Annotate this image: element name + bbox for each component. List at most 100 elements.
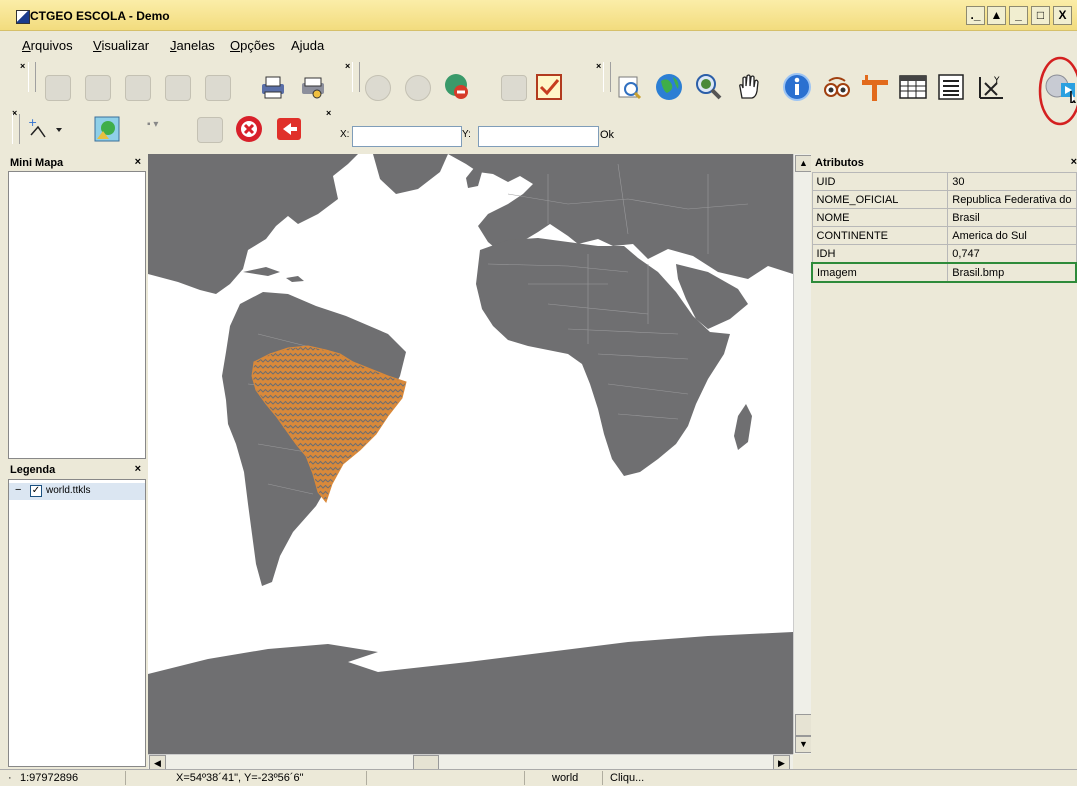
zoom-in-icon[interactable] [692, 70, 726, 104]
svg-text:+: + [28, 116, 37, 129]
status-dot-icon: · [8, 772, 12, 784]
remove-layer-icon[interactable] [440, 70, 474, 104]
antarctica-shape [148, 632, 793, 754]
add-layer-icon[interactable] [360, 70, 394, 104]
print-preview-icon[interactable] [296, 70, 330, 104]
layer-visibility-checkbox[interactable]: ✓ [30, 485, 42, 497]
attribute-row[interactable]: NOME_OFICIAL Republica Federativa do [811, 190, 1077, 209]
close-button[interactable]: X [1053, 6, 1072, 25]
map-canvas[interactable] [148, 154, 793, 754]
draw-line-icon[interactable]: + [22, 112, 68, 146]
caribbean-shape [243, 267, 304, 282]
toolbar-close-icon[interactable]: × [345, 61, 350, 71]
menu-arquivos[interactable]: Arquivos [22, 38, 73, 53]
y-coordinate-input[interactable] [478, 126, 599, 147]
status-layer: world [552, 772, 579, 784]
toolbar-close-icon[interactable]: × [20, 61, 25, 71]
attributes-close-icon[interactable]: × [1071, 156, 1077, 168]
title-bar: CTGEO ESCOLA - Demo ._ ▲ _ □ X [0, 0, 1077, 31]
x-coordinate-input[interactable] [352, 126, 462, 147]
info-icon[interactable] [780, 70, 814, 104]
window-title: CTGEO ESCOLA - Demo [30, 9, 170, 23]
legend-panel: − ✓ world.ttkls [8, 479, 146, 767]
madagascar-shape [734, 404, 752, 450]
cancel-red-icon[interactable] [232, 112, 266, 146]
new-project-icon[interactable] [40, 70, 74, 104]
minimize-small-button[interactable]: ._ [966, 6, 985, 25]
toolbar-close-icon[interactable]: × [326, 108, 331, 118]
measure-icon[interactable] [858, 70, 892, 104]
legend-close-icon[interactable]: × [135, 463, 141, 475]
menu-opcoes[interactable]: Opções [230, 38, 275, 53]
edit-check-icon[interactable] [192, 112, 226, 146]
attribute-table-icon[interactable] [896, 70, 930, 104]
status-separator [602, 771, 603, 785]
toolbar-grip[interactable] [28, 62, 36, 92]
pan-hand-icon[interactable] [732, 70, 766, 104]
toolbar-grip[interactable] [603, 62, 611, 92]
layer-properties-icon[interactable] [400, 70, 434, 104]
attributes-header: Atributos × [811, 155, 1077, 171]
open-project-icon[interactable] [80, 70, 114, 104]
attribute-value: Brasil.bmp [947, 262, 1077, 283]
toolbar-close-icon[interactable]: × [596, 61, 601, 71]
ok-button[interactable]: Ok [600, 129, 614, 141]
menu-bar: Arquivos Visualizar Janelas Opções Ajuda [0, 31, 1077, 55]
legend-title: Legenda [10, 464, 56, 476]
minimize-button[interactable]: _ [1009, 6, 1028, 25]
map-layer-icon[interactable] [90, 112, 124, 146]
zoom-window-icon[interactable] [612, 70, 646, 104]
attributes-title: Atributos [815, 157, 864, 169]
map-vertical-scrollbar[interactable]: ▲ ▼ [793, 154, 812, 754]
scroll-thumb[interactable] [795, 714, 812, 736]
attribute-row[interactable]: IDH 0,747 [811, 244, 1077, 264]
toolbar-grip[interactable] [12, 114, 20, 144]
maximize-button[interactable]: □ [1031, 6, 1050, 25]
status-separator [524, 771, 525, 785]
menu-janelas[interactable]: Janelas [170, 38, 215, 53]
map-horizontal-scrollbar[interactable]: ◀ ▶ [148, 754, 793, 771]
minimap-close-icon[interactable]: × [135, 156, 141, 168]
calendar-icon[interactable] [532, 70, 566, 104]
attribute-key: NOME_OFICIAL [811, 190, 949, 209]
toolbar-main: × × × Y [0, 56, 1077, 126]
binoculars-icon[interactable] [820, 70, 854, 104]
print-icon[interactable] [256, 70, 290, 104]
legend-layer-name: world.ttkls [46, 485, 91, 496]
attribute-key: CONTINENTE [811, 226, 949, 245]
status-coordinates: X=54º38´41", Y=-23º56´6" [176, 772, 304, 784]
coordinates-icon[interactable]: Y [974, 70, 1008, 104]
attribute-row[interactable]: UID 30 [811, 172, 1077, 191]
x-label: X: [340, 129, 350, 140]
legend-expander-icon[interactable]: − [15, 484, 21, 496]
attribute-key: IDH [811, 244, 949, 264]
attribute-key: NOME [811, 208, 949, 227]
scroll-down-icon[interactable]: ▼ [795, 736, 812, 753]
table-icon[interactable] [496, 70, 530, 104]
attributes-table: UID 30 NOME_OFICIAL Republica Federativa d… [811, 172, 1077, 283]
restore-up-button[interactable]: ▲ [987, 6, 1006, 25]
export-icon[interactable] [200, 70, 234, 104]
full-extent-icon[interactable] [652, 70, 686, 104]
scroll-up-icon[interactable]: ▲ [795, 155, 812, 172]
save-project-icon[interactable] [120, 70, 154, 104]
list-icon[interactable] [934, 70, 968, 104]
menu-ajuda[interactable]: Ajuda [291, 38, 324, 53]
attribute-row[interactable]: NOME Brasil [811, 208, 1077, 227]
attribute-value: Brasil [947, 208, 1077, 227]
legend-layer-row[interactable]: − ✓ world.ttkls [9, 483, 145, 500]
dropdown-small-icon[interactable]: ▪ ▾ [147, 119, 158, 130]
attribute-row-image[interactable]: Imagem Brasil.bmp [811, 262, 1077, 283]
status-separator [125, 771, 126, 785]
y-label: Y: [462, 129, 471, 140]
save-as-icon[interactable] [160, 70, 194, 104]
minimap-panel[interactable] [8, 171, 146, 459]
menu-visualizar[interactable]: Visualizar [93, 38, 149, 53]
attribute-value: America do Sul [947, 226, 1077, 245]
undo-red-icon[interactable] [272, 112, 306, 146]
legend-header: Legenda × [8, 462, 144, 478]
svg-text:Y: Y [993, 76, 1000, 86]
toolbar-grip[interactable] [352, 62, 360, 92]
british-isles-shape [466, 168, 482, 188]
attribute-row[interactable]: CONTINENTE America do Sul [811, 226, 1077, 245]
